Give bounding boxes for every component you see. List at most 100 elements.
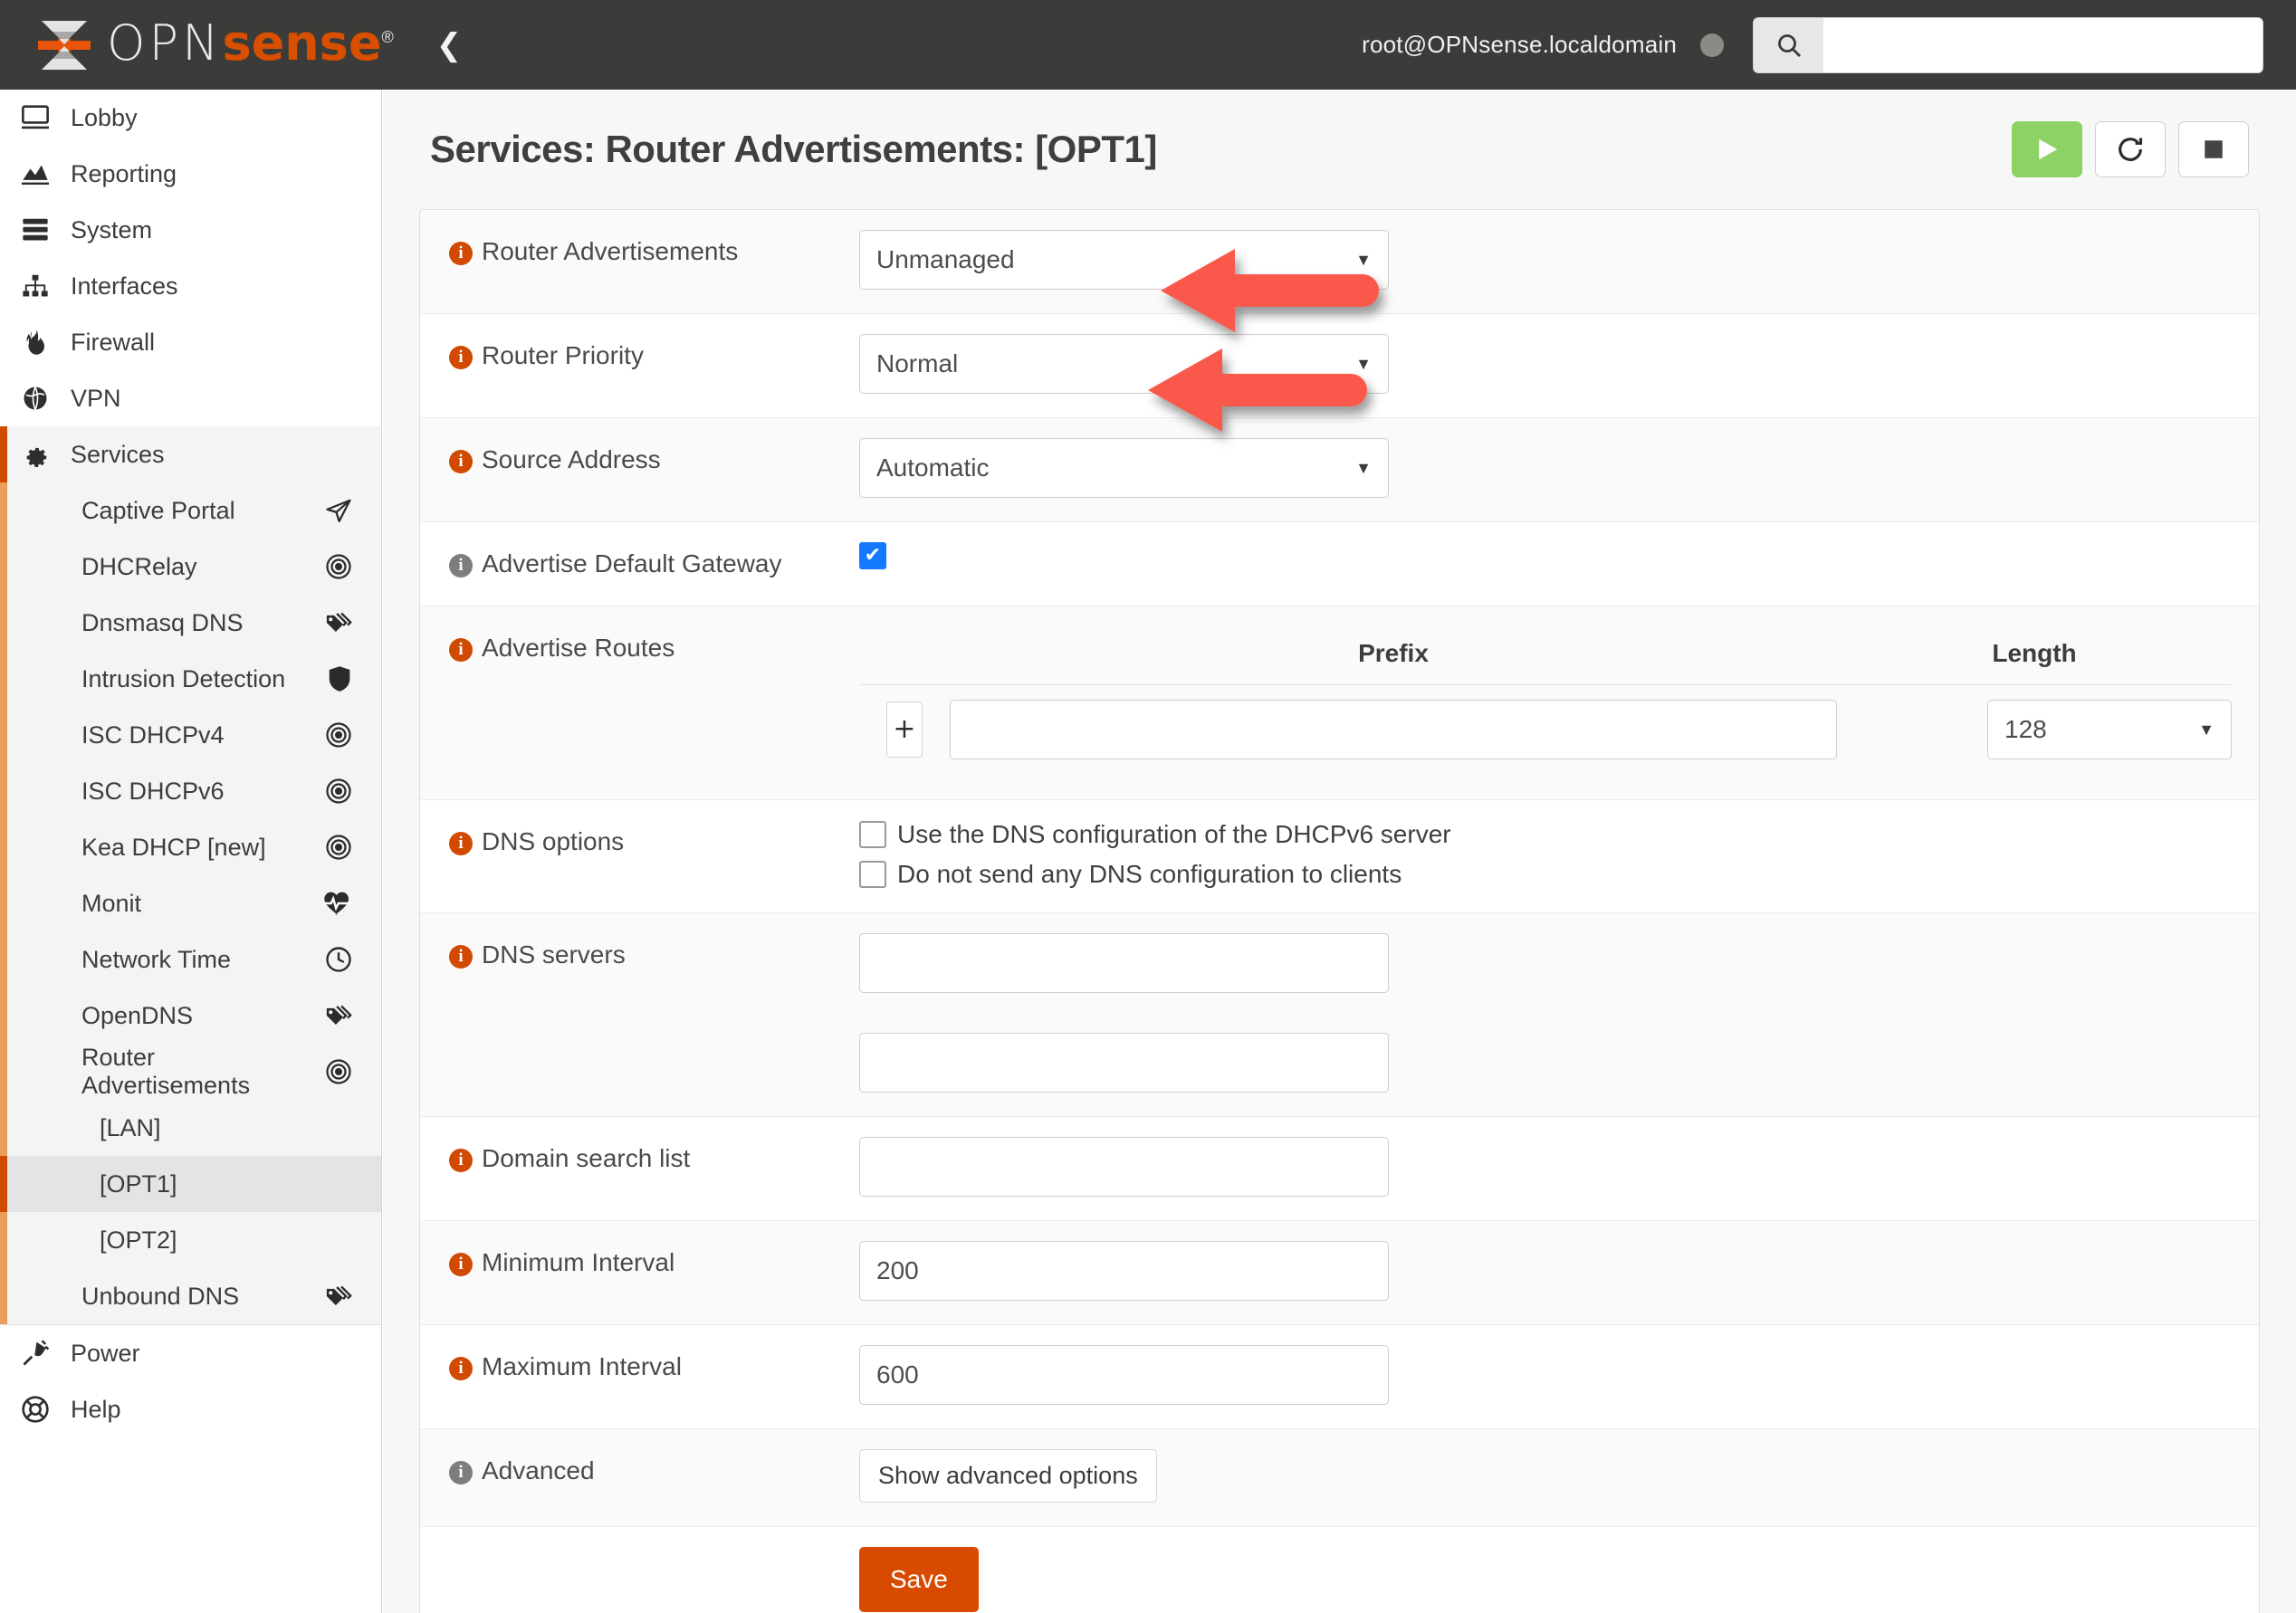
sidebar-item-label: Lobby [71,103,138,131]
sidebar-item-isc-dhcpv4[interactable]: ISC DHCPv4 [0,707,381,763]
opnsense-logo[interactable]: OPNsense® [36,18,395,72]
label-text: Router Advertisements [482,237,739,265]
sidebar-item-monit[interactable]: Monit [0,875,381,931]
start-service-button[interactable] [2012,121,2082,177]
dns-server-2-input[interactable] [859,1033,1389,1093]
sidebar-item-router-advertisements[interactable]: Router Advertisements [0,1044,381,1100]
selected-value: 128 [2004,715,2047,743]
sidebar-item-isc-dhcpv6[interactable]: ISC DHCPv6 [0,763,381,819]
label-text: Router Priority [482,341,644,369]
sidebar-item-intrusion-detection[interactable]: Intrusion Detection [0,651,381,707]
search-icon[interactable] [1753,16,1823,73]
minimum-interval-input[interactable] [859,1241,1389,1301]
page-header: Services: Router Advertisements: [OPT1] [383,90,2296,209]
circle-target-icon [325,1058,352,1085]
global-search [1753,16,2263,73]
dns-server-1-input[interactable] [859,933,1389,993]
sidebar-item-lobby[interactable]: Lobby [0,90,381,146]
use-dhcpv6-dns-checkbox[interactable] [859,821,886,848]
table-header-row: Prefix Length [859,626,2232,685]
maximum-interval-input[interactable] [859,1345,1389,1405]
row-actions-cell: + [859,685,950,777]
sidebar-item-reporting[interactable]: Reporting [0,146,381,202]
router-advertisements-select[interactable]: Unmanaged ▼ [859,230,1389,290]
tags-icon [325,609,352,636]
sidebar-item-label: Unbound DNS [81,1282,240,1310]
sidebar-item-kea-dhcp[interactable]: Kea DHCP [new] [0,819,381,875]
info-icon[interactable]: i [449,346,473,369]
form-field-domain-search-list [859,1117,2259,1220]
form-row-domain-search-list: i Domain search list [420,1117,2259,1221]
form-label-advertise-default-gateway: i Advertise Default Gateway [420,522,859,606]
circle-target-icon [325,834,352,861]
domain-search-list-input[interactable] [859,1137,1389,1197]
top-header-bar: OPNsense® ❮ root@OPNsense.localdomain [0,0,2296,90]
form-row-source-address: i Source Address Automatic ▼ [420,418,2259,522]
column-header-actions [859,626,950,685]
sidebar-item-power[interactable]: Power [0,1325,381,1381]
form-label-minimum-interval: i Minimum Interval [420,1221,859,1304]
form-field-dns-servers [859,913,2259,1116]
form-field-advanced: Show advanced options [859,1429,2259,1526]
chevron-left-icon[interactable]: ❮ [436,30,463,61]
sidebar-item-label: Monit [81,889,142,917]
save-button[interactable]: Save [859,1547,979,1612]
source-address-select[interactable]: Automatic ▼ [859,438,1389,498]
sidebar-item-label: Kea DHCP [new] [81,833,266,861]
sidebar-bottom-group: Power Help [0,1324,381,1437]
form-label-router-priority: i Router Priority [420,314,859,397]
info-icon[interactable]: i [449,638,473,662]
form-field-advertise-default-gateway [859,522,2259,593]
tags-icon [325,1002,352,1029]
chevron-down-icon: ▼ [1355,355,1372,373]
selected-value: Automatic [876,453,990,482]
search-input[interactable] [1823,16,2263,73]
sidebar-item-opt1[interactable]: [OPT1] [0,1156,381,1212]
server-icon [20,216,63,243]
add-route-button[interactable]: + [886,702,923,758]
sidebar-item-dhcrelay[interactable]: DHCRelay [0,539,381,595]
info-icon[interactable]: i [449,945,473,969]
sidebar-item-label: ISC DHCPv4 [81,721,225,749]
route-length-select[interactable]: 128 ▼ [1987,700,2232,759]
form-row-router-priority: i Router Priority Normal ▼ [420,314,2259,418]
sidebar-item-network-time[interactable]: Network Time [0,931,381,988]
info-icon[interactable]: i [449,1357,473,1380]
sidebar-item-interfaces[interactable]: Interfaces [0,258,381,314]
sidebar-item-firewall[interactable]: Firewall [0,314,381,370]
advertise-default-gateway-checkbox[interactable] [859,542,886,569]
info-icon[interactable]: i [449,1149,473,1172]
form-field-maximum-interval [859,1325,2259,1428]
route-prefix-input[interactable] [950,700,1837,759]
sidebar-item-lan[interactable]: [LAN] [0,1100,381,1156]
sidebar-item-dnsmasq-dns[interactable]: Dnsmasq DNS [0,595,381,651]
sidebar-item-label: Captive Portal [81,496,235,524]
sidebar-item-unbound-dns[interactable]: Unbound DNS [0,1268,381,1324]
sidebar-item-captive-portal[interactable]: Captive Portal [0,482,381,539]
sidebar-item-label: DHCRelay [81,552,197,580]
info-icon[interactable]: i [449,832,473,855]
form-row-dns-servers: i DNS servers [420,913,2259,1117]
restart-service-button[interactable] [2095,121,2166,177]
sidebar-item-vpn[interactable]: VPN [0,370,381,426]
sidebar-item-help[interactable]: Help [0,1381,381,1437]
sidebar-item-opt2[interactable]: [OPT2] [0,1212,381,1268]
no-dns-config-checkbox[interactable] [859,861,886,888]
sidebar-item-opendns[interactable]: OpenDNS [0,988,381,1044]
show-advanced-options-button[interactable]: Show advanced options [859,1449,1157,1503]
sidebar-item-services[interactable]: Services [0,426,381,482]
form-label-source-address: i Source Address [420,418,859,501]
info-icon[interactable]: i [449,1461,473,1484]
monitor-icon [20,104,63,131]
sidebar-item-system[interactable]: System [0,202,381,258]
label-text: Advertise Default Gateway [482,549,782,577]
stop-service-button[interactable] [2178,121,2249,177]
info-icon[interactable]: i [449,242,473,265]
chart-area-icon [20,160,63,187]
info-icon[interactable]: i [449,554,473,577]
header-right-group: root@OPNsense.localdomain [1362,16,2296,73]
info-icon[interactable]: i [449,1253,473,1276]
gear-icon [20,440,63,469]
router-priority-select[interactable]: Normal ▼ [859,334,1389,394]
info-icon[interactable]: i [449,450,473,473]
